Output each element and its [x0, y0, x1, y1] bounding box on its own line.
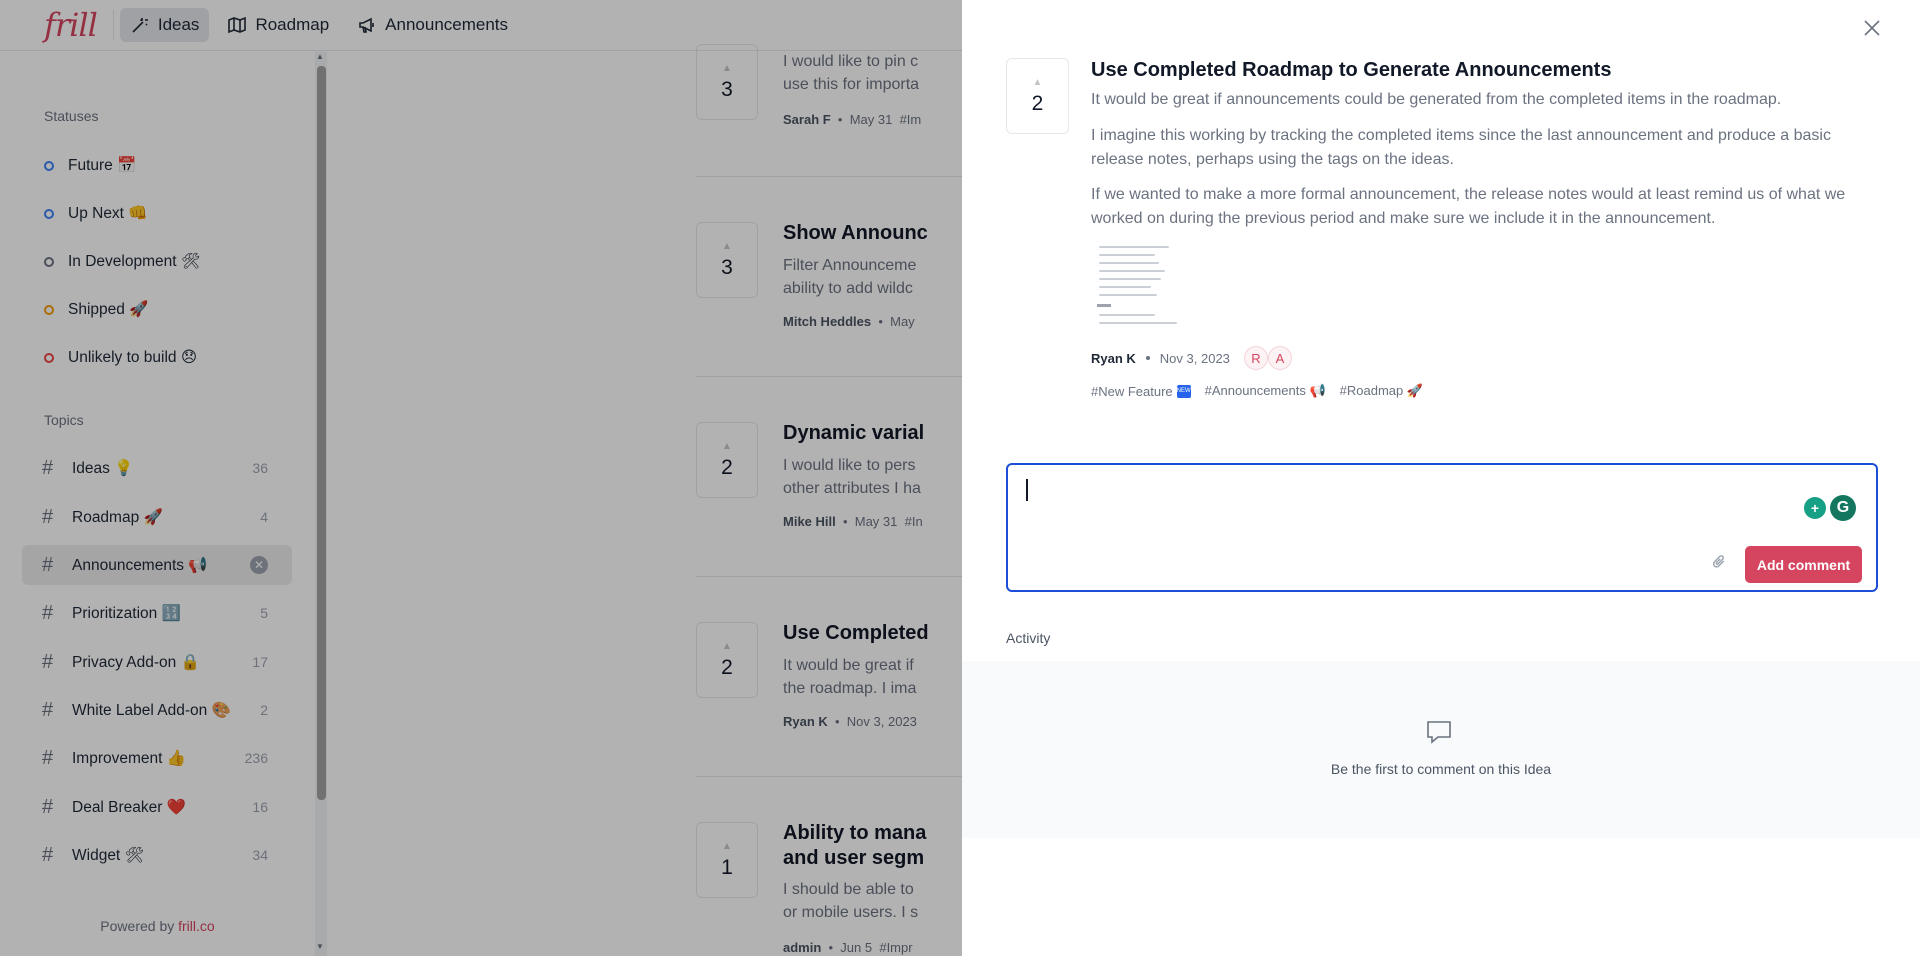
- activity-feed: Be the first to comment on this Idea: [962, 661, 1920, 838]
- tag-label: #New Feature: [1091, 383, 1173, 399]
- detail-paragraph: If we wanted to make a more formal annou…: [1091, 186, 1846, 227]
- idea-detail-panel: ▲ 2 Use Completed Roadmap to Generate An…: [962, 0, 1920, 956]
- avatar[interactable]: R: [1243, 346, 1268, 370]
- detail-tags: #New Feature NEW #Announcements 📢 #Roadma…: [1091, 383, 1423, 399]
- tag-new-feature[interactable]: #New Feature NEW: [1091, 383, 1191, 399]
- attachment-thumbnail[interactable]: [1093, 242, 1203, 332]
- avatar[interactable]: A: [1267, 346, 1292, 370]
- voter-avatars: R A: [1243, 346, 1292, 370]
- tag-roadmap[interactable]: #Roadmap 🚀: [1340, 383, 1423, 399]
- detail-vote-button[interactable]: ▲ 2: [1006, 58, 1069, 134]
- new-badge-icon: NEW: [1176, 384, 1191, 398]
- detail-vote-count: 2: [1031, 91, 1044, 115]
- grammarly-plus-icon[interactable]: +: [1804, 497, 1826, 519]
- grammarly-widget[interactable]: + G: [1804, 495, 1856, 521]
- detail-author[interactable]: Ryan K: [1091, 351, 1136, 366]
- text-caret: [1026, 479, 1028, 501]
- comment-input[interactable]: + G Add comment: [1006, 463, 1878, 592]
- close-icon[interactable]: [1858, 14, 1886, 42]
- upvote-arrow-icon: ▲: [1032, 76, 1043, 88]
- detail-title: Use Completed Roadmap to Generate Announ…: [1091, 59, 1612, 81]
- tag-label: #Announcements 📢: [1204, 383, 1326, 398]
- add-comment-button[interactable]: Add comment: [1745, 546, 1862, 583]
- paperclip-icon[interactable]: [1705, 551, 1730, 576]
- empty-comments-text: Be the first to comment on this Idea: [1330, 761, 1552, 777]
- detail-paragraph: It would be great if announcements could…: [1091, 91, 1782, 108]
- detail-meta: Ryan K Nov 3, 2023 R A: [1091, 346, 1292, 370]
- comment-bubble-icon: [1427, 721, 1451, 744]
- grammarly-logo-icon[interactable]: G: [1830, 495, 1856, 521]
- modal-backdrop[interactable]: [0, 0, 962, 956]
- tag-announcements[interactable]: #Announcements 📢: [1205, 383, 1326, 399]
- dot-separator: [1145, 356, 1150, 360]
- activity-heading: Activity: [1006, 630, 1051, 646]
- detail-date: Nov 3, 2023: [1159, 350, 1230, 366]
- tag-label: #Roadmap 🚀: [1339, 383, 1424, 398]
- detail-paragraph: I imagine this working by tracking the c…: [1091, 127, 1831, 168]
